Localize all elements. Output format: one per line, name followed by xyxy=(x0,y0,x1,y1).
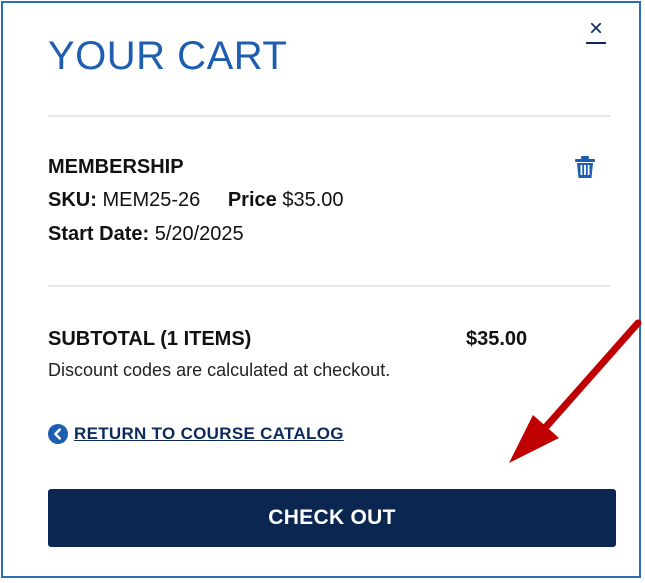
discount-note: Discount codes are calculated at checkou… xyxy=(48,360,391,380)
checkout-button[interactable]: CHECK OUT xyxy=(48,489,616,547)
subtotal-label: SUBTOTAL (1 ITEMS) xyxy=(48,328,252,350)
price-label: Price xyxy=(227,189,277,211)
start-date-label: Start Date: xyxy=(48,223,150,245)
start-date-value: 5/20/2025 xyxy=(154,223,244,245)
close-button[interactable]: × xyxy=(586,15,606,44)
chevron-left-circle-icon xyxy=(48,424,68,444)
close-icon: × xyxy=(588,15,603,42)
sku-label: SKU: xyxy=(48,189,97,211)
return-to-catalog-link[interactable]: RETURN TO COURSE CATALOG xyxy=(48,424,344,444)
item-start-date-row: Start Date: 5/20/2025 xyxy=(48,223,244,246)
trash-icon[interactable] xyxy=(574,155,596,179)
divider xyxy=(48,285,610,287)
divider xyxy=(48,115,610,117)
page-title: YOUR CART xyxy=(48,34,288,78)
sku-value: MEM25-26 xyxy=(102,189,201,211)
subtotal-amount: $35.00 xyxy=(466,328,528,350)
price-value: $35.00 xyxy=(282,189,344,211)
item-name: MEMBERSHIP xyxy=(48,156,184,178)
return-link-label: RETURN TO COURSE CATALOG xyxy=(74,424,344,443)
item-sku-price-row: SKU: MEM25-26 Price $35.00 xyxy=(48,189,344,212)
